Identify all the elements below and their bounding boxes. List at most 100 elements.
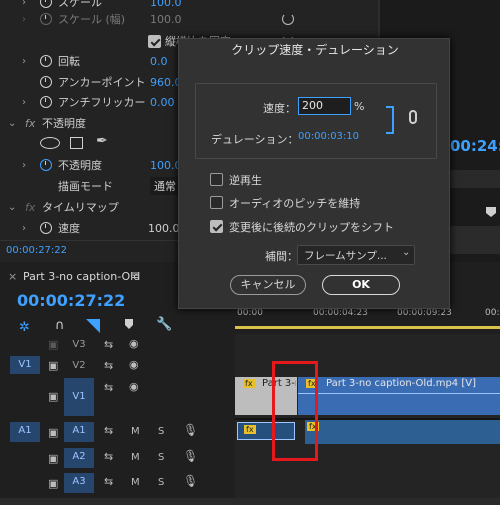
work-area-bar[interactable]: [235, 326, 500, 329]
rotation-value[interactable]: 0.0: [150, 55, 168, 68]
ripple-edit-checkbox[interactable]: [210, 220, 223, 233]
solo-button[interactable]: S: [158, 452, 164, 463]
track-name-v3[interactable]: V3: [64, 336, 94, 354]
scrub-bar[interactable]: [448, 170, 500, 188]
scale-value[interactable]: 100.0: [150, 0, 182, 9]
solo-button[interactable]: S: [158, 426, 164, 437]
sync-lock-icon[interactable]: ⇆: [104, 381, 113, 394]
track-a3-header[interactable]: ▣ A3 ⇆ M S 🎙: [0, 471, 235, 495]
close-tab-icon[interactable]: ×: [8, 270, 17, 283]
horizontal-scrollbar[interactable]: [0, 498, 500, 505]
track-v1-header[interactable]: ▣ V1 ⇆ ◉: [0, 377, 235, 417]
mute-button[interactable]: M: [131, 426, 140, 437]
track-a1-header[interactable]: A1 ▣ A1 ⇆ M S 🎙: [0, 420, 235, 444]
menu-icon[interactable]: ≡: [130, 268, 140, 282]
reset-icon[interactable]: [282, 13, 294, 25]
interpolation-select[interactable]: フレームサンプ... ⌄: [297, 245, 415, 265]
track-name-a1[interactable]: A1: [64, 422, 94, 442]
lock-icon[interactable]: ▣: [48, 452, 58, 465]
eye-icon[interactable]: ◉: [129, 358, 139, 371]
speed-input[interactable]: 200: [298, 97, 351, 115]
expand-chevron-icon[interactable]: ›: [22, 97, 26, 108]
microphone-icon[interactable]: 🎙: [183, 423, 198, 437]
track-v3-header[interactable]: ▣ V3 ⇆ ◉: [0, 335, 235, 355]
duration-value[interactable]: 00:00:03:10: [298, 131, 359, 142]
sequence-timecode[interactable]: 00:00:27:22: [17, 291, 125, 310]
fx-badge[interactable]: fx: [25, 117, 35, 130]
lock-icon[interactable]: ▣: [48, 359, 58, 372]
link-bracket: [386, 106, 394, 134]
source-patch-a1[interactable]: A1: [10, 422, 40, 442]
chevron-down-icon: ⌄: [402, 247, 411, 258]
stopwatch-icon[interactable]: [40, 13, 52, 25]
stopwatch-icon[interactable]: [40, 0, 52, 8]
scale-width-value[interactable]: 100.0: [150, 13, 182, 26]
fx-badge[interactable]: fx: [25, 201, 35, 214]
uniform-scale-checkbox[interactable]: [148, 35, 161, 48]
track-name-v1[interactable]: V1: [64, 378, 94, 416]
audio-clip-main[interactable]: fx: [305, 420, 500, 444]
pen-mask-icon[interactable]: ✒: [96, 133, 108, 149]
blend-mode-label: 描画モード: [58, 180, 113, 193]
opacity-label: 不透明度: [58, 159, 102, 172]
add-marker-icon[interactable]: [125, 319, 133, 329]
ruler-tick-label: 00:00:04:23: [313, 308, 368, 318]
eye-icon[interactable]: ◉: [129, 380, 139, 393]
track-name-a3[interactable]: A3: [64, 473, 94, 493]
sync-lock-icon[interactable]: ⇆: [104, 359, 113, 372]
speed-duration-box: 速度： 200 % デュレーション： 00:00:03:10: [195, 83, 437, 159]
sync-lock-icon[interactable]: ⇆: [104, 475, 113, 488]
expand-chevron-icon[interactable]: ›: [22, 14, 26, 25]
reverse-checkbox[interactable]: [210, 173, 223, 186]
wrench-icon[interactable]: 🔧: [156, 317, 172, 332]
ellipse-mask-icon[interactable]: [40, 137, 60, 149]
anti-flicker-value[interactable]: 0.00: [150, 96, 175, 109]
eye-icon[interactable]: ◉: [129, 337, 139, 350]
scale-width-row[interactable]: › スケール (幅) 100.0: [0, 9, 378, 29]
cancel-button[interactable]: キャンセル: [230, 275, 306, 295]
stopwatch-icon[interactable]: [40, 55, 52, 67]
link-chain-icon[interactable]: [409, 110, 417, 124]
stopwatch-active-icon[interactable]: [40, 159, 52, 171]
program-timecode[interactable]: 00:24:1: [450, 137, 500, 155]
mute-button[interactable]: M: [131, 477, 140, 488]
expand-chevron-icon[interactable]: ›: [22, 56, 26, 67]
stopwatch-icon[interactable]: [40, 222, 52, 234]
track-name-a2[interactable]: A2: [64, 448, 94, 468]
ok-button[interactable]: OK: [322, 275, 400, 295]
effect-controls-timecode[interactable]: 00:00:27:22: [6, 245, 67, 256]
marker-icon[interactable]: [486, 207, 496, 217]
mute-button[interactable]: M: [131, 452, 140, 463]
lock-icon[interactable]: ▣: [48, 477, 58, 490]
stopwatch-icon[interactable]: [40, 76, 52, 88]
expand-chevron-icon[interactable]: ›: [22, 160, 26, 171]
microphone-icon[interactable]: 🎙: [183, 449, 198, 463]
highlight-box: [272, 361, 318, 461]
microphone-icon[interactable]: 🎙: [183, 474, 198, 488]
stopwatch-icon[interactable]: [40, 96, 52, 108]
nest-icon[interactable]: ✲: [19, 320, 30, 335]
sync-lock-icon[interactable]: ⇆: [104, 424, 113, 437]
source-patch-v1[interactable]: V1: [10, 356, 40, 374]
sequence-tab[interactable]: Part 3-no caption-Old: [23, 270, 140, 283]
lock-icon[interactable]: ▣: [48, 426, 58, 439]
expand-chevron-icon[interactable]: ›: [22, 0, 26, 8]
lock-icon[interactable]: ▣: [48, 338, 58, 351]
sync-lock-icon[interactable]: ⇆: [104, 450, 113, 463]
video-clip-main[interactable]: fx Part 3-no caption-Old.mp4 [V]: [298, 377, 500, 415]
track-name-v2[interactable]: V2: [64, 357, 94, 375]
sync-lock-icon[interactable]: ⇆: [104, 338, 113, 351]
expand-chevron-icon[interactable]: ›: [22, 223, 26, 234]
rectangle-mask-icon[interactable]: [70, 137, 83, 149]
ruler-tick-label: 00:00: [485, 308, 500, 318]
lock-icon[interactable]: ▣: [48, 390, 58, 403]
solo-button[interactable]: S: [158, 477, 164, 488]
snap-magnet-icon[interactable]: ∩: [55, 318, 65, 333]
track-a2-header[interactable]: ▣ A2 ⇆ M S 🎙: [0, 446, 235, 470]
collapse-chevron-icon[interactable]: ⌄: [8, 118, 16, 129]
anchor-point-value[interactable]: 960.0: [150, 76, 182, 89]
linked-selection-icon[interactable]: [86, 319, 100, 333]
collapse-chevron-icon[interactable]: ⌄: [8, 202, 16, 213]
track-v2-header[interactable]: V1 ▣ V2 ⇆ ◉: [0, 355, 235, 377]
maintain-pitch-checkbox[interactable]: [210, 196, 223, 209]
